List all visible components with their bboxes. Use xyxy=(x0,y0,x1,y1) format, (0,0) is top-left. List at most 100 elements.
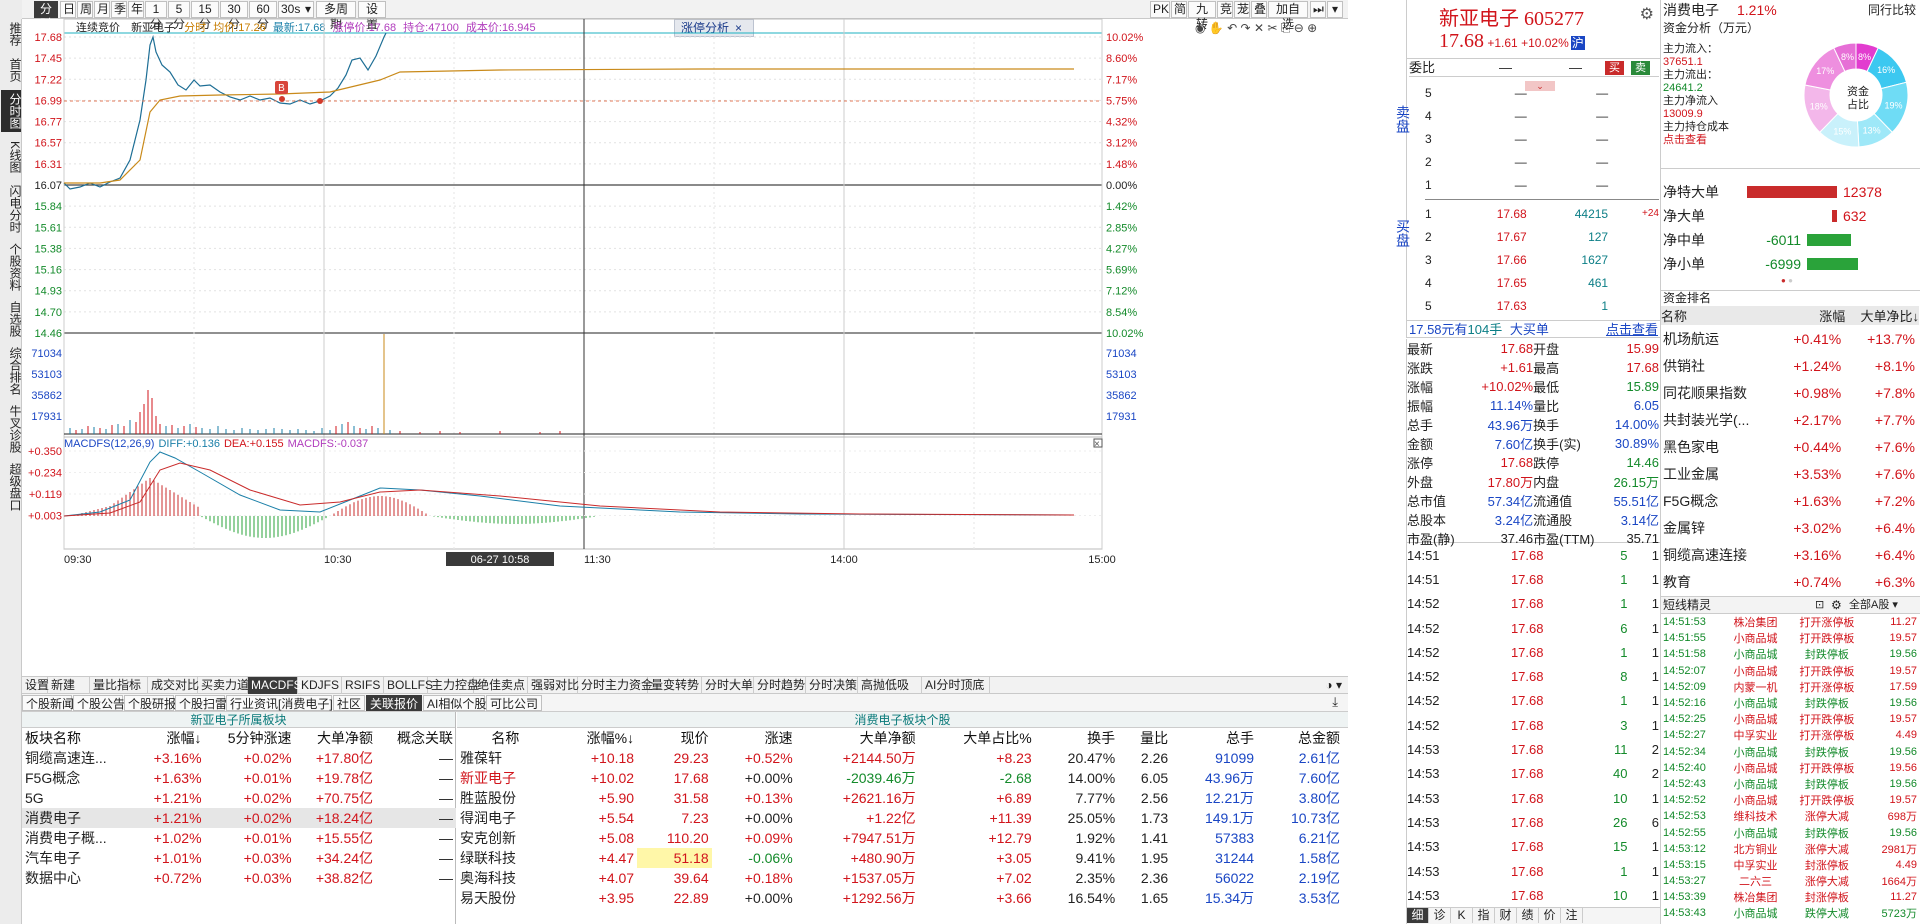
sector-row[interactable]: 消费电子 +1.21% +0.02% +18.24亿 — xyxy=(22,808,456,828)
rank-header-cell[interactable]: 名称 xyxy=(1661,306,1777,325)
sprite-row[interactable]: 14:51:53 株冶集团 打开涨停板 11.27 xyxy=(1661,614,1919,630)
indicator-tab[interactable]: RSIFS xyxy=(342,677,384,694)
buy-button[interactable]: 买 xyxy=(1605,61,1624,75)
stock-header-cell[interactable]: 总手 xyxy=(1171,728,1257,748)
stock-row[interactable]: 安克创新 +5.08 110.20 +0.09% +7947.51万 +12.79 1.92… xyxy=(457,828,1343,848)
sprite-filter[interactable]: 全部A股 ▾ xyxy=(1849,597,1898,613)
news-tab[interactable]: 关联报价 xyxy=(366,695,422,711)
big-order-view-link[interactable]: 点击查看 xyxy=(1606,321,1658,338)
quote-tab[interactable]: 财 xyxy=(1495,908,1517,923)
quote-tab[interactable]: K xyxy=(1451,908,1473,923)
sector-row[interactable]: 5G +1.21% +0.02% +70.75亿 — xyxy=(22,788,456,808)
ask-row[interactable]: 3 — — xyxy=(1425,127,1659,150)
bid-row[interactable]: 3 17.66 1627 xyxy=(1425,248,1659,271)
ask-row[interactable]: 1 — — xyxy=(1425,173,1659,196)
bid-row[interactable]: 4 17.65 461 xyxy=(1425,271,1659,294)
indicator-tab[interactable]: KDJFS xyxy=(298,677,342,694)
sector-row[interactable]: 消费电子概... +1.02% +0.01% +15.55亿 — xyxy=(22,828,456,848)
quote-tab[interactable]: 细 xyxy=(1407,908,1429,923)
news-tab[interactable]: 个股公告 xyxy=(73,695,125,711)
indicator-tab[interactable]: 高抛低吸 xyxy=(858,677,922,694)
close-icon-glyph[interactable]: × xyxy=(1094,439,1100,450)
indicator-tab[interactable]: AI分时顶底 xyxy=(922,677,990,694)
news-tab[interactable]: 个股研报 xyxy=(124,695,176,711)
rank-row[interactable]: 同花顺果指数 +0.98% +7.8% xyxy=(1661,379,1919,406)
indicator-tab[interactable]: 量变转势 xyxy=(648,677,702,694)
cost-holding-link[interactable]: 点击查看 xyxy=(1663,134,1729,147)
stock-row[interactable]: 得润电子 +5.54 7.23 +0.00% +1.22亿 +11.39 25.05% 1.7… xyxy=(457,808,1343,828)
timeshare-chart[interactable]: 17.68 10.02% 17.45 8.60% 17.22 7.17% 16.99 5.75… xyxy=(0,0,1348,676)
indicator-tab[interactable]: 分时主力资金 xyxy=(578,677,653,694)
sprite-row[interactable]: 14:53:12 北方铜业 涨停大减 2981万 xyxy=(1661,841,1919,857)
sprite-row[interactable]: 14:52:40 小商品城 打开跌停板 19.56 xyxy=(1661,760,1919,776)
stock-row[interactable]: 奥海科技 +4.07 39.64 +0.18% +1537.05万 +7.02 2.35% 2… xyxy=(457,868,1343,888)
indicator-tab[interactable]: 分时决策 xyxy=(806,677,858,694)
rank-row[interactable]: 铜缆高速连接 +3.16% +6.4% xyxy=(1661,541,1919,568)
sprite-row[interactable]: 14:52:43 小商品城 封跌停板 19.56 xyxy=(1661,776,1919,792)
ask-row[interactable]: 2 — — xyxy=(1425,150,1659,173)
sprite-row[interactable]: 14:52:07 小商品城 打开跌停板 19.57 xyxy=(1661,663,1919,679)
rank-row[interactable]: 教育 +0.74% +6.3% xyxy=(1661,568,1919,595)
rank-row[interactable]: F5G概念 +1.63% +7.2% xyxy=(1661,487,1919,514)
stock-row[interactable]: 绿联科技 +4.47 51.18 -0.06% +480.90万 +3.05 9.41% 1.… xyxy=(457,848,1343,868)
bid-row[interactable]: 2 17.67 127 xyxy=(1425,225,1659,248)
sprite-row[interactable]: 14:52:53 维科技术 涨停大减 698万 xyxy=(1661,808,1919,824)
news-tab[interactable]: 可比公司 xyxy=(486,695,542,711)
sector-row[interactable]: F5G概念 +1.63% +0.01% +19.78亿 — xyxy=(22,768,456,788)
indicator-tab[interactable]: 分时趋势 xyxy=(754,677,806,694)
stock-header-cell[interactable]: 大单净额 xyxy=(796,728,919,748)
sector-row[interactable]: 铜缆高速连... +3.16% +0.02% +17.80亿 — xyxy=(22,748,456,768)
indicator-tab[interactable]: 分时大单 xyxy=(702,677,754,694)
indicator-tab[interactable]: MACDFS xyxy=(248,677,302,694)
rank-row[interactable]: 供销社 +1.24% +8.1% xyxy=(1661,352,1919,379)
stock-header-cell[interactable]: 涨幅%↓ xyxy=(554,728,637,748)
stock-header-cell[interactable]: 总金额 xyxy=(1257,728,1343,748)
sector-header-cell[interactable]: 板块名称 xyxy=(22,728,135,748)
indicator-tab[interactable]: 成交对比 xyxy=(148,677,199,694)
peer-compare-link[interactable]: 同行比较 xyxy=(1868,1,1916,18)
gear-icon[interactable]: ⚙ xyxy=(1831,597,1842,613)
news-tab[interactable]: 个股新闻 xyxy=(22,695,74,711)
stock-row[interactable]: 胜蓝股份 +5.90 31.58 +0.13% +2621.16万 +6.89 7.77% 2… xyxy=(457,788,1343,808)
gear-icon[interactable]: ⚙ xyxy=(1640,4,1654,24)
rank-row[interactable]: 工业金属 +3.53% +7.6% xyxy=(1661,460,1919,487)
stock-header-cell[interactable]: 量比 xyxy=(1118,728,1171,748)
sector-header-cell[interactable]: 概念关联 xyxy=(376,728,456,748)
download-icon[interactable]: ⤓ xyxy=(1332,694,1338,710)
indicator-tab[interactable]: BOLLFS xyxy=(384,677,433,694)
toggle-icon[interactable]: ◑ ▾ xyxy=(1325,677,1342,694)
sector-header-cell[interactable]: 大单净额 xyxy=(295,728,377,748)
rank-header-cell[interactable]: 大单净比↓ xyxy=(1845,306,1919,325)
quote-tab[interactable]: 诊 xyxy=(1429,908,1451,923)
quote-tab[interactable]: 价 xyxy=(1539,908,1561,923)
rank-row[interactable]: 机场航运 +0.41% +13.7% xyxy=(1661,325,1919,352)
rank-header-cell[interactable]: 涨幅 xyxy=(1777,306,1845,325)
sprite-row[interactable]: 14:53:15 中孚实业 封涨停板 4.49 xyxy=(1661,857,1919,873)
sprite-row[interactable]: 14:52:09 内蒙一机 打开涨停板 17.59 xyxy=(1661,679,1919,695)
sector-header-cell[interactable]: 涨幅↓ xyxy=(135,728,204,748)
bid-row[interactable]: 5 17.63 1 xyxy=(1425,294,1659,317)
rank-row[interactable]: 黑色家电 +0.44% +7.6% xyxy=(1661,433,1919,460)
sprite-row[interactable]: 14:52:55 小商品城 封跌停板 19.56 xyxy=(1661,824,1919,840)
news-tab[interactable]: 个股扫雷 xyxy=(175,695,227,711)
expand-icon[interactable]: ⊡ xyxy=(1815,597,1824,613)
stock-row[interactable]: 新亚电子 +10.02 17.68 +0.00% -2039.46万 -2.68 14.00… xyxy=(457,768,1343,788)
sprite-row[interactable]: 14:52:34 小商品城 封跌停板 19.56 xyxy=(1661,744,1919,760)
sprite-row[interactable]: 14:53:43 小商品城 跌停大减 5723万 xyxy=(1661,905,1919,921)
indicator-tab[interactable]: 新建 xyxy=(48,677,90,694)
news-tab[interactable]: 行业资讯[消费电子] xyxy=(226,695,333,711)
news-tab[interactable]: 社区 xyxy=(333,695,365,711)
quote-tab[interactable]: 绩 xyxy=(1517,908,1539,923)
ask-row[interactable]: 4 — — xyxy=(1425,104,1659,127)
indicator-tab[interactable]: 绝佳卖点 xyxy=(474,677,528,694)
indicator-tab[interactable]: 主力控盘 xyxy=(428,677,479,694)
sector-row[interactable]: 汽车电子 +1.01% +0.03% +34.24亿 — xyxy=(22,848,456,868)
sector-header-cell[interactable]: 5分钟涨速 xyxy=(205,728,295,748)
stock-row[interactable]: 雅葆轩 +10.18 29.23 +0.52% +2144.50万 +8.23 20.47%… xyxy=(457,748,1343,768)
ask-row[interactable]: 5 — — xyxy=(1425,81,1659,104)
bid-row[interactable]: 1 17.68 44215 +24 xyxy=(1425,202,1659,225)
news-tab[interactable]: AI相似个股 xyxy=(423,695,486,711)
indicator-tab[interactable]: 买卖力道 xyxy=(198,677,249,694)
sprite-row[interactable]: 14:53:39 株冶集团 封涨停板 11.27 xyxy=(1661,889,1919,905)
sprite-row[interactable]: 14:51:58 小商品城 封跌停板 19.56 xyxy=(1661,646,1919,662)
